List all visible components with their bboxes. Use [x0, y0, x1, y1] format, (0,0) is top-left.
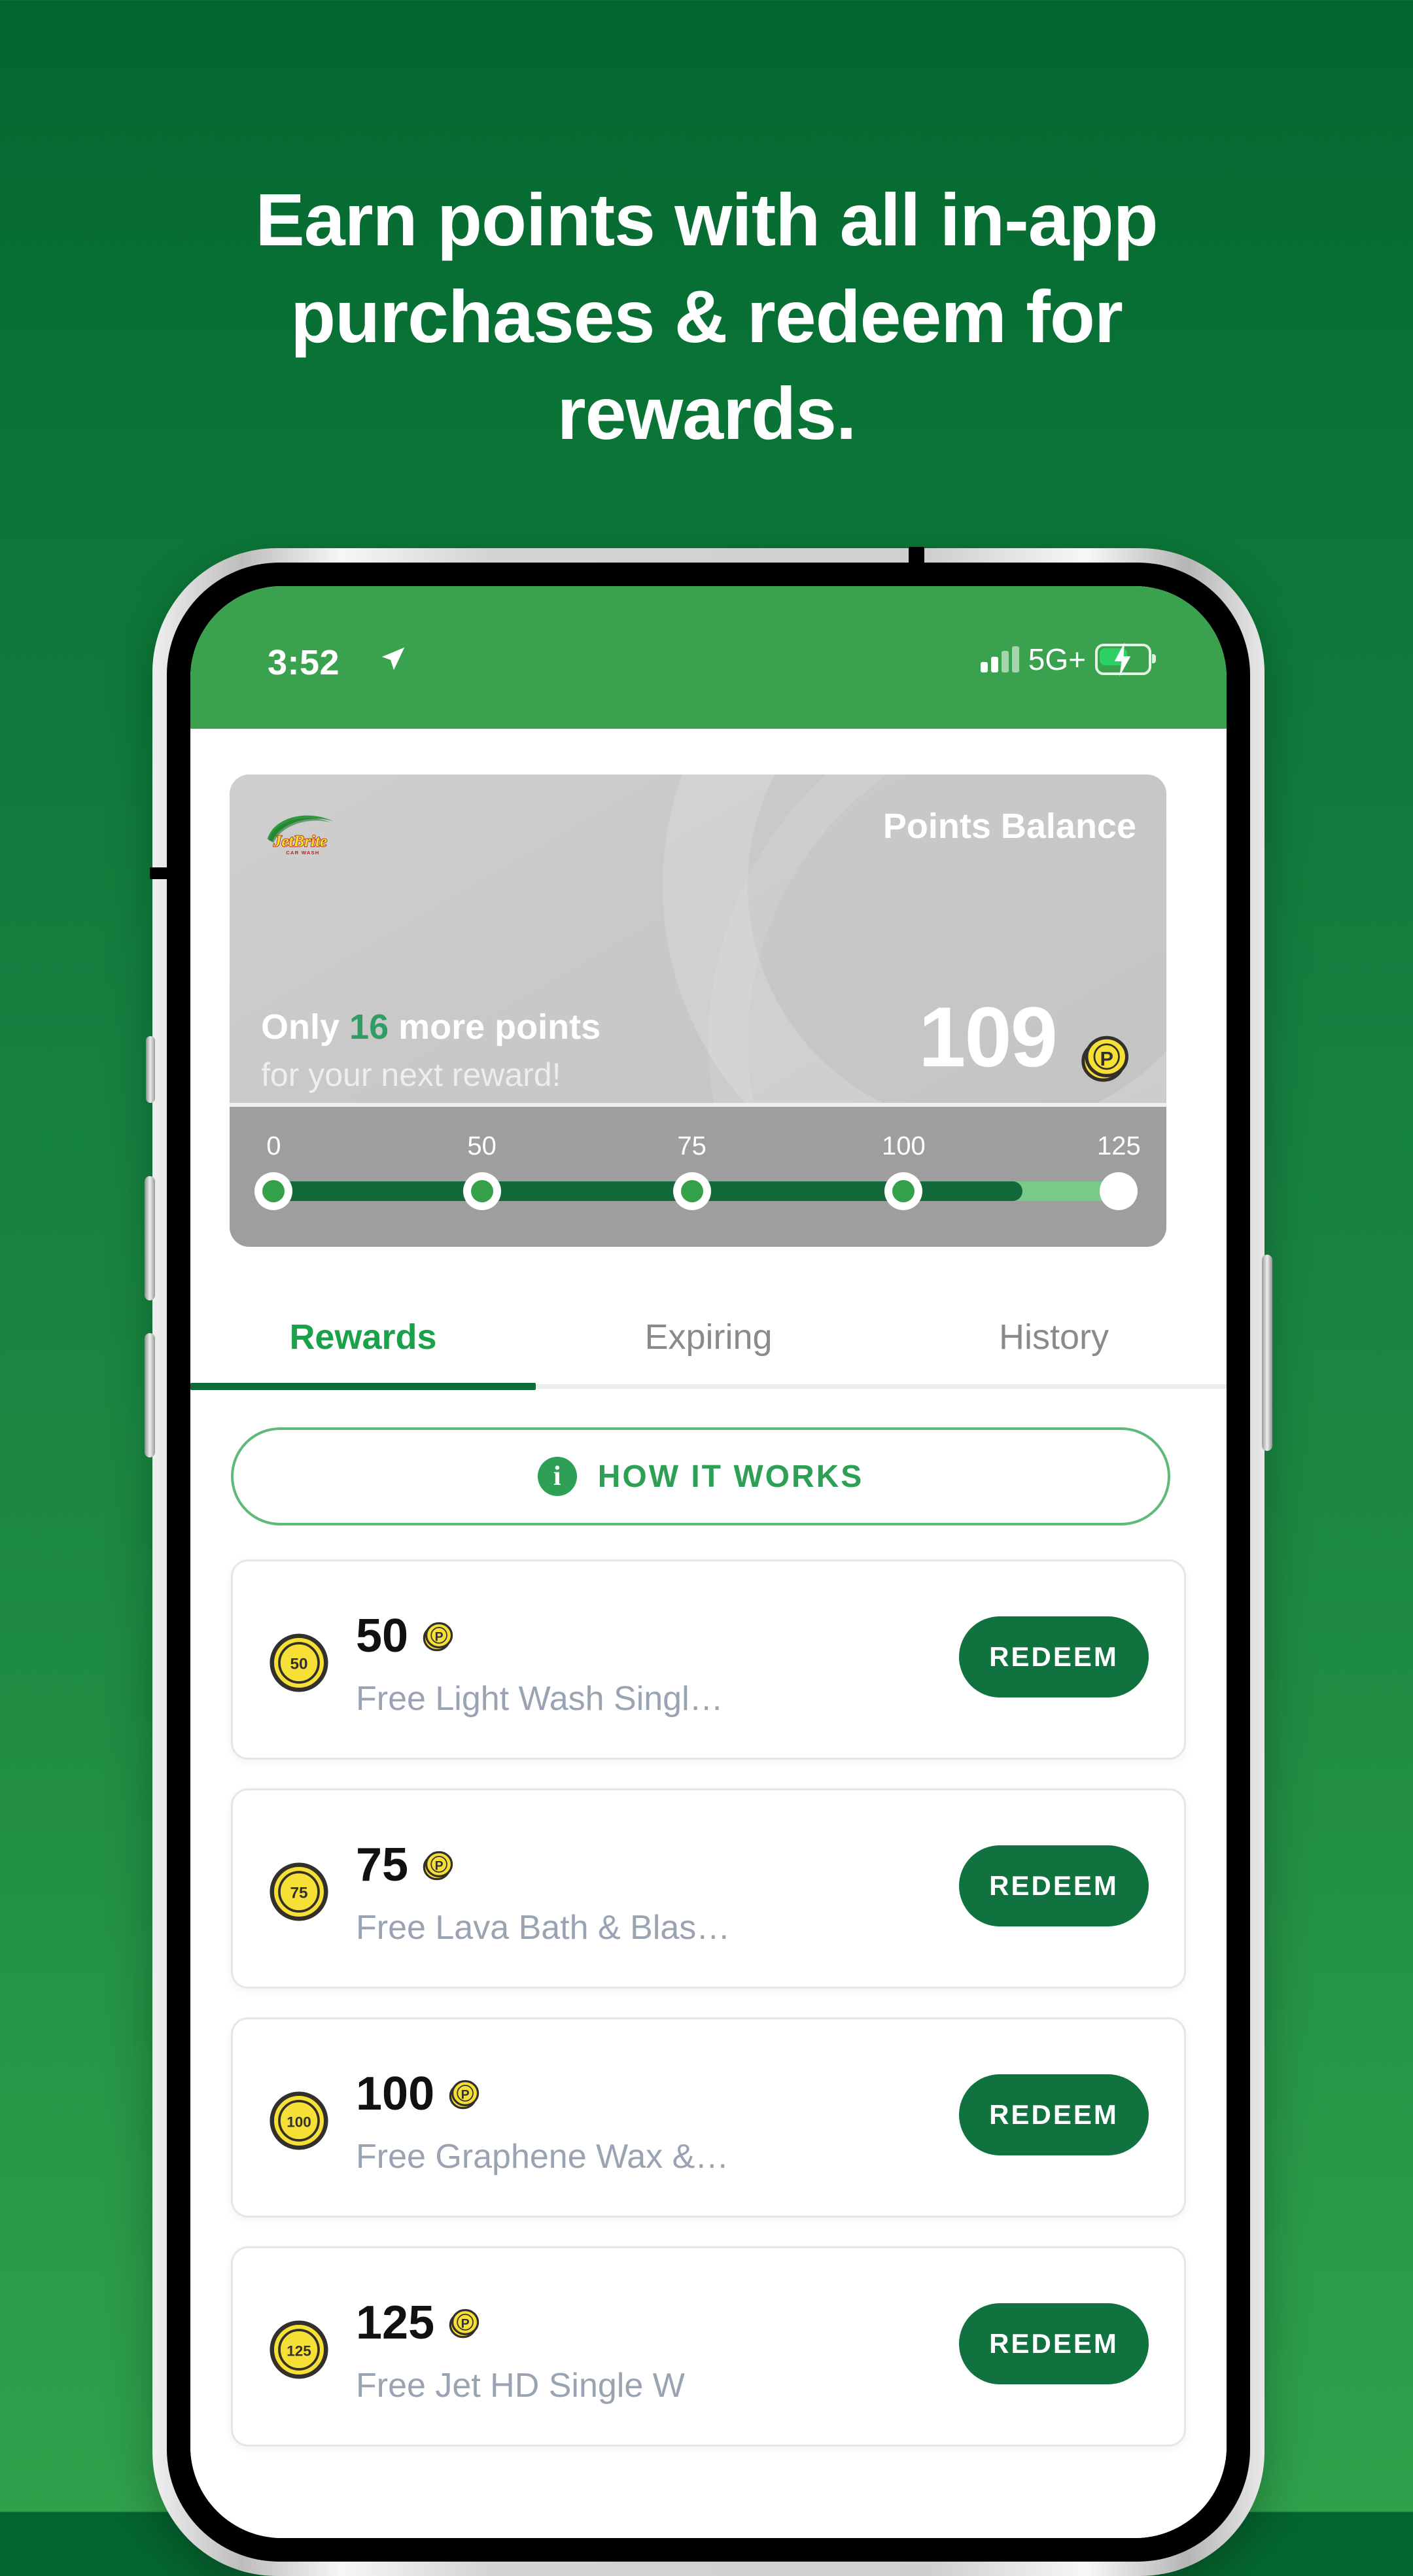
info-icon: i	[537, 1457, 577, 1496]
reward-description: Free Graphene Wax &…	[356, 2138, 729, 2176]
reward-row[interactable]: 50 50 P Free Light Wash Singl… REDEEM	[231, 1559, 1186, 1760]
reward-description: Free Jet HD Single W	[356, 2367, 685, 2405]
battery-charging-icon	[1095, 642, 1156, 676]
status-bar: 3:52 5G+	[190, 586, 1227, 729]
badge-value: 125	[287, 2342, 311, 2359]
milestone-label: 75	[677, 1132, 706, 1160]
points-balance-card: JetBrite CAR WASH Points Balance Only 16…	[230, 775, 1166, 1247]
reward-points-badge-icon: 50	[270, 1633, 328, 1692]
reward-points: 100 P	[356, 2070, 481, 2117]
app-content: JetBrite CAR WASH Points Balance Only 16…	[190, 729, 1227, 2538]
page-title: Earn points with all in-app purchases & …	[255, 179, 1158, 455]
jetbrite-car-wash-logo: JetBrite CAR WASH	[267, 815, 334, 856]
reward-row[interactable]: 75 75 P Free Lava Bath & Blas… REDEEM	[231, 1788, 1186, 1989]
reward-points: 125 P	[356, 2299, 481, 2346]
network-label: 5G+	[1028, 642, 1086, 676]
points-needed-value: 16	[349, 1007, 389, 1047]
phone-screen: 3:52 5G+ JetBrite CAR WASH Points Balanc…	[190, 586, 1227, 2538]
badge-value: 100	[287, 2114, 311, 2130]
reward-row[interactable]: 125 125 P Free Jet HD Single W REDEEM	[231, 2246, 1186, 2446]
milestone-label: 50	[467, 1132, 497, 1160]
milestone-label: 0	[266, 1132, 281, 1160]
progress-node-100[interactable]	[884, 1172, 923, 1210]
redeem-button[interactable]: REDEEM	[959, 2074, 1149, 2155]
progress-node-125[interactable]	[1100, 1172, 1138, 1210]
badge-value: 75	[290, 1884, 307, 1902]
reward-points-badge-icon: 125	[270, 2320, 328, 2379]
reward-points-value: 75	[356, 1839, 409, 1891]
milestone-label: 100	[881, 1132, 926, 1160]
points-coin-icon: P	[449, 2308, 480, 2339]
points-needed-text: Only 16 more points	[261, 1007, 601, 1047]
milestone-label: 125	[1096, 1132, 1141, 1160]
phone-mockup: 3:52 5G+ JetBrite CAR WASH Points Balanc…	[145, 547, 1272, 2576]
tab-expiring[interactable]: Expiring	[536, 1289, 881, 1385]
rewards-list: 50 50 P Free Light Wash Singl… REDEEM 75…	[190, 1559, 1227, 2475]
reward-points-badge-icon: 75	[270, 1862, 328, 1921]
status-bar-time: 3:52	[268, 643, 340, 682]
points-needed-prefix: Only	[261, 1007, 350, 1047]
points-balance-value: 109	[918, 989, 1058, 1085]
reward-points: 50 P	[356, 1612, 455, 1660]
silent-switch-button[interactable]	[146, 1036, 155, 1103]
tab-rewards[interactable]: Rewards	[190, 1289, 536, 1385]
svg-text:CAR WASH: CAR WASH	[286, 850, 319, 856]
volume-down-button[interactable]	[145, 1333, 155, 1457]
reward-points: 75 P	[356, 1841, 455, 1888]
progress-node-75[interactable]	[672, 1172, 711, 1210]
tab-bar: Rewards Expiring History	[190, 1289, 1227, 1390]
redeem-button[interactable]: REDEEM	[959, 1616, 1149, 1697]
how-it-works-button[interactable]: i HOW IT WORKS	[231, 1427, 1170, 1525]
progress-node-50[interactable]	[462, 1172, 501, 1210]
points-coin-icon: P	[423, 1851, 453, 1881]
status-bar-right: 5G+	[980, 642, 1156, 676]
reward-description: Free Lava Bath & Blas…	[356, 1909, 731, 1947]
reward-points-badge-icon: 100	[270, 2091, 328, 2150]
points-coin-icon: P	[449, 2080, 480, 2110]
reward-points-value: 50	[356, 1610, 409, 1662]
tab-history[interactable]: History	[881, 1289, 1227, 1385]
reward-points-value: 100	[356, 2068, 435, 2120]
power-button[interactable]	[1262, 1255, 1272, 1451]
points-coin-icon: P	[1081, 1036, 1129, 1082]
reward-points-value: 125	[356, 2297, 435, 2349]
progress-milestone-labels: 0 50 75 100 125	[262, 1132, 1141, 1164]
reward-row[interactable]: 100 100 P Free Graphene Wax &… REDEEM	[231, 2017, 1186, 2218]
redeem-button[interactable]: REDEEM	[959, 1845, 1149, 1926]
points-needed-suffix: more points	[389, 1007, 601, 1047]
badge-value: 50	[290, 1655, 307, 1673]
redeem-button[interactable]: REDEEM	[959, 2303, 1149, 2384]
svg-text:JetBrite: JetBrite	[273, 833, 327, 850]
points-needed-subtitle: for your next reward!	[261, 1056, 561, 1093]
location-arrow-icon	[381, 647, 405, 670]
reward-description: Free Light Wash Singl…	[356, 1680, 724, 1718]
volume-up-button[interactable]	[145, 1176, 155, 1300]
points-balance-title: Points Balance	[882, 807, 1136, 846]
points-coin-icon: P	[423, 1622, 453, 1652]
svg-text:P: P	[1100, 1047, 1113, 1070]
progress-node-0[interactable]	[254, 1172, 293, 1210]
how-it-works-label: HOW IT WORKS	[597, 1459, 864, 1494]
tab-active-indicator	[190, 1383, 536, 1390]
points-progress: 0 50 75 100 125	[254, 1132, 1141, 1223]
signal-bars-icon	[980, 646, 1019, 672]
